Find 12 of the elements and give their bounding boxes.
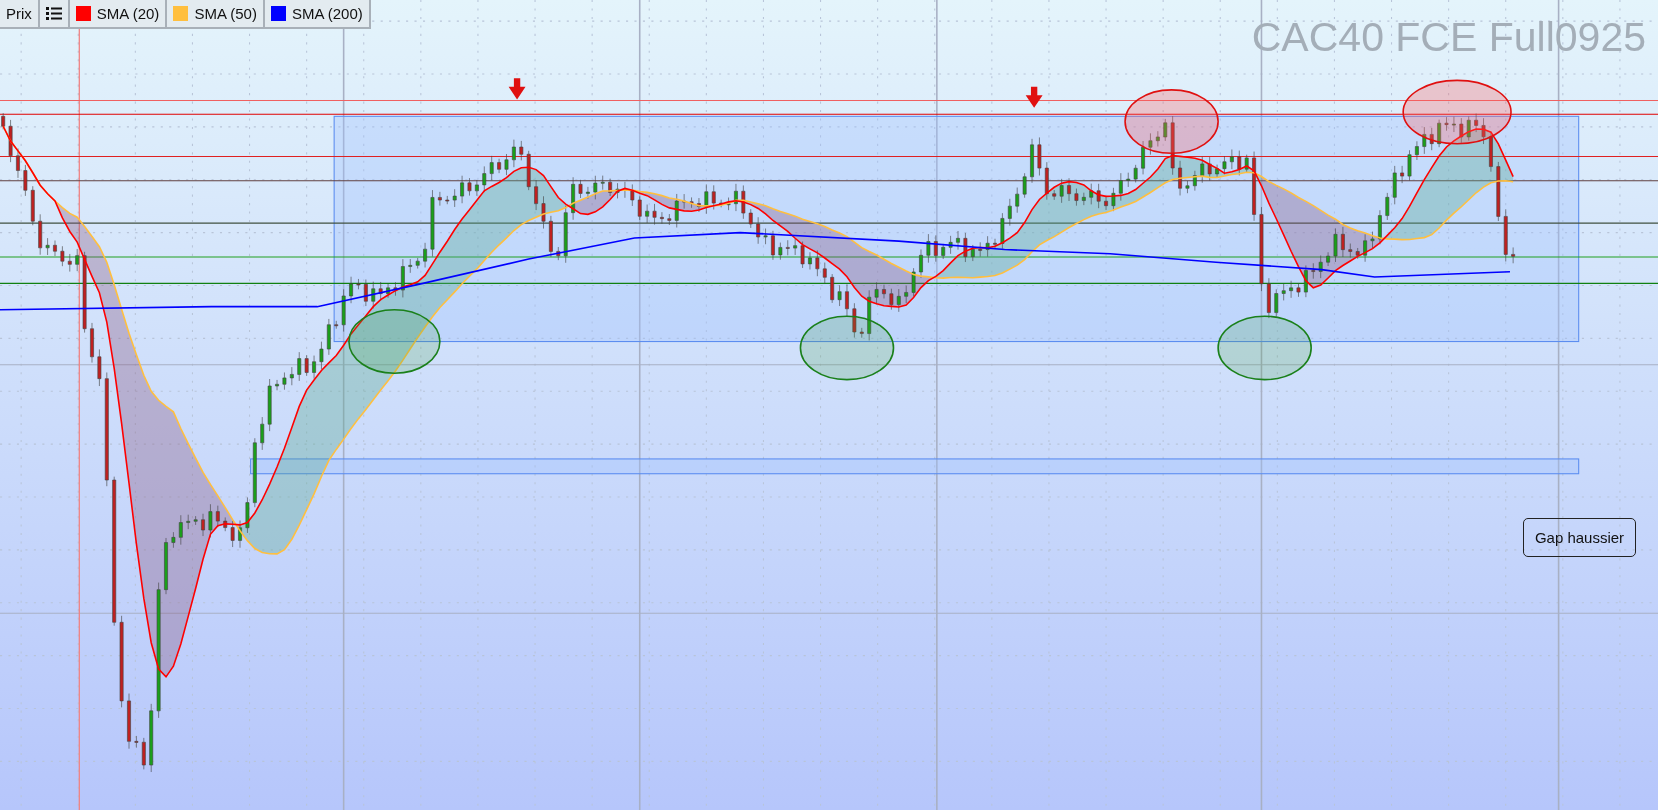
series-legend-button[interactable]: SMA (200) xyxy=(264,0,371,29)
series-label: SMA (50) xyxy=(194,5,257,22)
list-menu-button[interactable] xyxy=(39,0,70,29)
down-arrow-icon xyxy=(1025,86,1043,108)
series-label: SMA (20) xyxy=(96,5,160,22)
series-legend-button[interactable]: SMA (20) xyxy=(69,0,168,29)
down-arrow-icon xyxy=(508,78,526,100)
price-legend-button[interactable]: Prix xyxy=(0,0,40,29)
series-legend-button[interactable]: SMA (50) xyxy=(167,0,265,29)
list-icon xyxy=(45,7,62,20)
annotation-label: Gap haussier xyxy=(1523,518,1636,557)
series-label: SMA (200) xyxy=(291,5,363,22)
